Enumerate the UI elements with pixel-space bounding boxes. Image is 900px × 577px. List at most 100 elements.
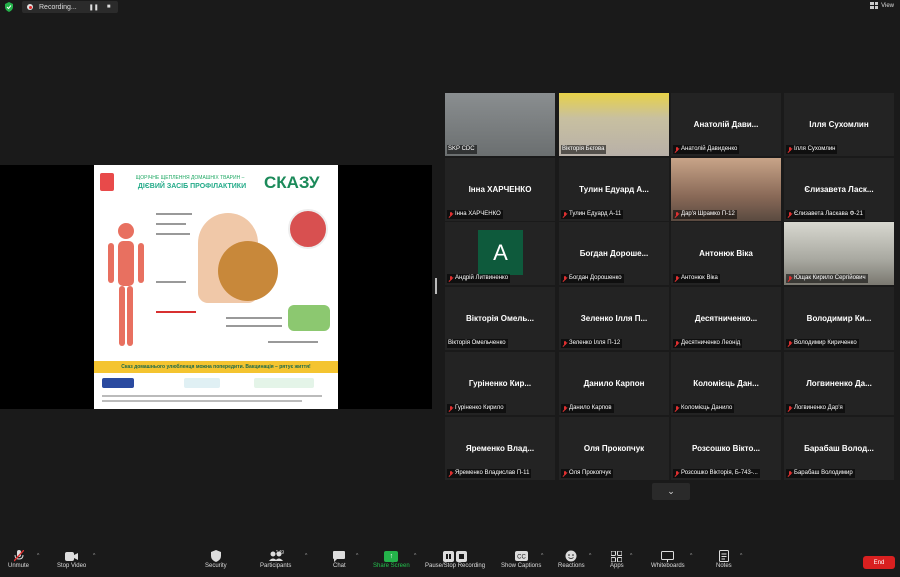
participant-name-label: Десятниченко Леонід [673, 339, 743, 348]
chat-options-caret-icon[interactable]: ^ [356, 553, 358, 559]
unmute-label: Unmute [8, 563, 30, 569]
mic-muted-icon [674, 470, 679, 477]
participant-name-label: Барабаш Володимир [786, 469, 855, 478]
participant-tile[interactable]: Барабаш Волод... Барабаш Володимир [784, 417, 894, 480]
apps-button[interactable]: Apps [610, 549, 624, 569]
video-options-caret-icon[interactable]: ^ [93, 553, 95, 559]
video-camera-icon [65, 549, 79, 563]
participant-tile[interactable]: Дар'я Шрамко П-12 [671, 158, 781, 221]
whiteboards-options-caret-icon[interactable]: ^ [690, 553, 692, 559]
participant-name: Дар'я Шрамко П-12 [681, 211, 735, 217]
participant-tile[interactable]: SKP CDC [445, 93, 555, 156]
notes-icon [718, 549, 729, 563]
participant-name-label: Богдан Дорошенко [561, 274, 624, 283]
poster-text-line [226, 317, 282, 319]
captions-cc-icon: CC [514, 549, 528, 563]
mic-muted-icon [562, 340, 567, 347]
unmute-button[interactable]: Unmute [8, 549, 29, 569]
eu-logo [102, 378, 134, 388]
captions-options-caret-icon[interactable]: ^ [541, 553, 543, 559]
rabies-poster: ЩОРІЧНЕ ЩЕПЛЕННЯ ДОМАШНІХ ТВАРИН – ДІЄВИ… [94, 165, 338, 409]
participant-name-label: SKP CDC [447, 145, 477, 154]
show-captions-label: Show Captions [501, 563, 542, 569]
meeting-toolbar: Unmute ^ Stop Video ^ Security 149 Parti… [0, 545, 900, 577]
reactions-button[interactable]: Reactions [558, 549, 585, 569]
participant-tile[interactable]: Зеленко Ілля П... Зеленко Ілля П-12 [559, 287, 669, 350]
stop-video-button[interactable]: Stop Video [57, 549, 86, 569]
participant-tile[interactable]: Інна ХАРЧЕНКО Інна ХАРЧЕНКО [445, 158, 555, 221]
participant-name-label: Гуріненко Кирило [447, 404, 506, 413]
participant-tile[interactable]: Коломієць Дан... Коломієць Данило [671, 352, 781, 415]
participant-tile[interactable]: Логвиненко Да... Логвиненко Дар'я [784, 352, 894, 415]
security-button[interactable]: Security [205, 549, 227, 569]
participant-tile[interactable]: Анатолій Дави... Анатолій Давиденко [671, 93, 781, 156]
participant-name-label: Оля Прокопчук [561, 469, 614, 478]
participants-options-caret-icon[interactable]: ^ [305, 553, 307, 559]
mic-muted-icon [562, 211, 567, 218]
participants-button[interactable]: 149 Participants [260, 549, 291, 569]
shield-icon[interactable] [4, 2, 14, 12]
participant-tile[interactable]: Ющак Кирило Сергійович [784, 222, 894, 285]
chat-button[interactable]: Chat [333, 549, 346, 569]
participant-tile[interactable]: Богдан Дороше... Богдан Дорошенко [559, 222, 669, 285]
recording-label: Recording... [39, 3, 77, 11]
participant-name-label: Дар'я Шрамко П-12 [673, 210, 737, 219]
participant-name: Богдан Дорошенко [569, 275, 622, 281]
participant-tile[interactable]: Гуріненко Кир... Гуріненко Кирило [445, 352, 555, 415]
participant-tile[interactable]: Десятниченко... Десятниченко Леонід [671, 287, 781, 350]
participant-tile[interactable]: Антонюк Віка Антонюк Віка [671, 222, 781, 285]
poster-footnote-line [102, 400, 302, 402]
participant-name-label: Інна ХАРЧЕНКО [447, 210, 503, 219]
participant-name: Анатолій Давиденко [681, 146, 738, 152]
grid-view-icon [870, 2, 879, 9]
reactions-options-caret-icon[interactable]: ^ [589, 553, 591, 559]
participant-tile[interactable]: Данило Карпон Данило Карпов [559, 352, 669, 415]
mic-muted-icon [674, 211, 679, 218]
show-captions-button[interactable]: CC Show Captions [501, 549, 541, 569]
poster-text-line [156, 223, 186, 225]
share-options-caret-icon[interactable]: ^ [414, 553, 416, 559]
whiteboards-button[interactable]: Whiteboards [651, 549, 685, 569]
participant-name: Єлизавета Ласкава Ф-21 [794, 211, 863, 217]
participant-tile[interactable]: Ілля Сухомлин Ілля Сухомлин [784, 93, 894, 156]
poster-footnote-line [102, 395, 322, 397]
participant-tile[interactable]: Вікторія Омель... Вікторія Омельченко [445, 287, 555, 350]
participant-avatar: A [478, 230, 523, 275]
end-meeting-button[interactable]: End [863, 556, 895, 569]
participant-name-label: Ілля Сухомлин [786, 145, 838, 154]
participant-tile[interactable]: Тулин Едуард А... Тулин Едуард А-11 [559, 158, 669, 221]
participant-name: Антонюк Віка [681, 275, 718, 281]
participant-name-label: Яременко Владислав П-11 [447, 469, 532, 478]
poster-text-line [226, 325, 282, 327]
record-dot-icon [27, 4, 33, 10]
stop-recording-icon[interactable]: ■ [107, 4, 111, 10]
audio-options-caret-icon[interactable]: ^ [37, 553, 39, 559]
participant-name: Данило Карпов [569, 405, 612, 411]
split-divider-handle[interactable] [435, 278, 437, 294]
partner-logo [254, 378, 314, 388]
participants-icon: 149 [261, 549, 291, 563]
participant-tile[interactable]: Єлизавета Ласк... Єлизавета Ласкава Ф-21 [784, 158, 894, 221]
view-button[interactable]: View [870, 2, 894, 9]
poster-text-line [268, 341, 318, 343]
mic-muted-icon [674, 146, 679, 153]
participants-count: 149 [275, 550, 285, 556]
recording-controls-icon [443, 549, 468, 563]
notes-options-caret-icon[interactable]: ^ [740, 553, 742, 559]
apps-options-caret-icon[interactable]: ^ [630, 553, 632, 559]
share-screen-button[interactable]: ↑ Share Screen [373, 549, 410, 569]
participant-tile[interactable]: Яременко Влад... Яременко Владислав П-11 [445, 417, 555, 480]
participant-tile[interactable]: A Андрій Литвиненко [445, 222, 555, 285]
participant-name: Яременко Владислав П-11 [455, 470, 530, 476]
participant-tile[interactable]: Вікторія Бєгова [559, 93, 669, 156]
notes-button[interactable]: Notes [716, 549, 732, 569]
reactions-label: Reactions [558, 563, 585, 569]
participant-tile[interactable]: Розсошко Вікто... Розсошко Вікторія, Б-74… [671, 417, 781, 480]
participant-tile[interactable]: Оля Прокопчук Оля Прокопчук [559, 417, 669, 480]
pause-stop-recording-button[interactable]: Pause/Stop Recording [425, 549, 485, 569]
gallery-expand-button[interactable]: ⌄ [652, 483, 690, 500]
pause-recording-icon[interactable]: ❚❚ [89, 4, 99, 11]
participant-name-label: Володимир Кириченко [786, 339, 859, 348]
participant-name: Розсошко Вікторія, Б-743-... [681, 470, 758, 476]
participant-tile[interactable]: Володимир Ки... Володимир Кириченко [784, 287, 894, 350]
